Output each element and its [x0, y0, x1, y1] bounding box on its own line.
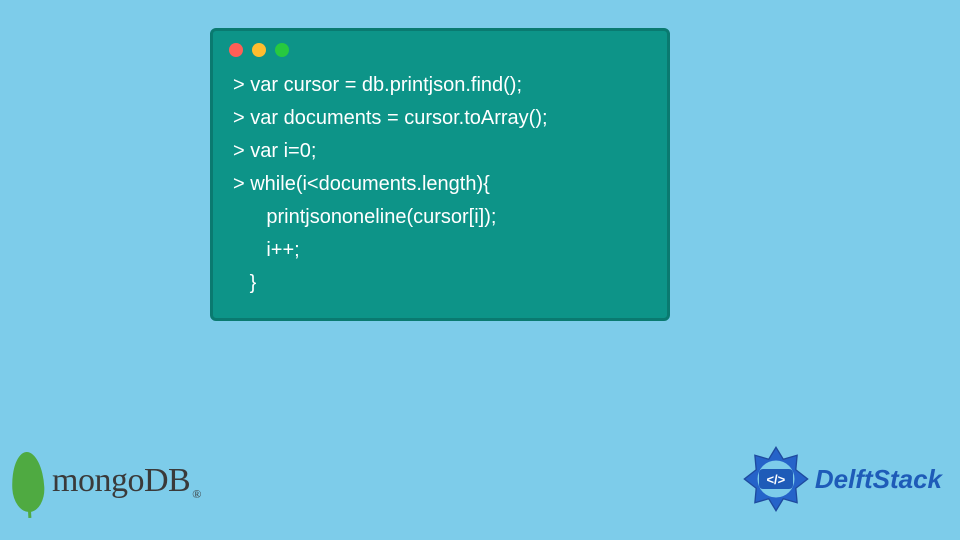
close-dot-icon	[229, 43, 243, 57]
code-line: printjsononeline(cursor[i]);	[233, 201, 647, 234]
mongodb-logo: mongoDB®	[12, 452, 201, 512]
terminal-window: > var cursor = db.printjson.find();> var…	[210, 28, 670, 321]
code-line: > var documents = cursor.toArray();	[233, 102, 647, 135]
delftstack-wordmark: DelftStack	[815, 464, 942, 495]
code-line: i++;	[233, 234, 647, 267]
code-line: > while(i<documents.length){	[233, 168, 647, 201]
mongodb-leaf-icon	[10, 451, 45, 513]
code-tag-icon: </>	[759, 469, 793, 489]
code-line: > var i=0;	[233, 135, 647, 168]
mongodb-label: mongoDB	[52, 462, 190, 499]
code-line: }	[233, 267, 647, 300]
mongodb-wordmark: mongoDB®	[52, 462, 201, 503]
registered-mark: ®	[192, 487, 201, 501]
code-block: > var cursor = db.printjson.find();> var…	[213, 65, 667, 300]
delftstack-badge-icon: </>	[743, 446, 809, 512]
terminal-titlebar	[213, 31, 667, 65]
minimize-dot-icon	[252, 43, 266, 57]
code-line: > var cursor = db.printjson.find();	[233, 69, 647, 102]
maximize-dot-icon	[275, 43, 289, 57]
delftstack-logo: </> DelftStack	[743, 446, 942, 512]
